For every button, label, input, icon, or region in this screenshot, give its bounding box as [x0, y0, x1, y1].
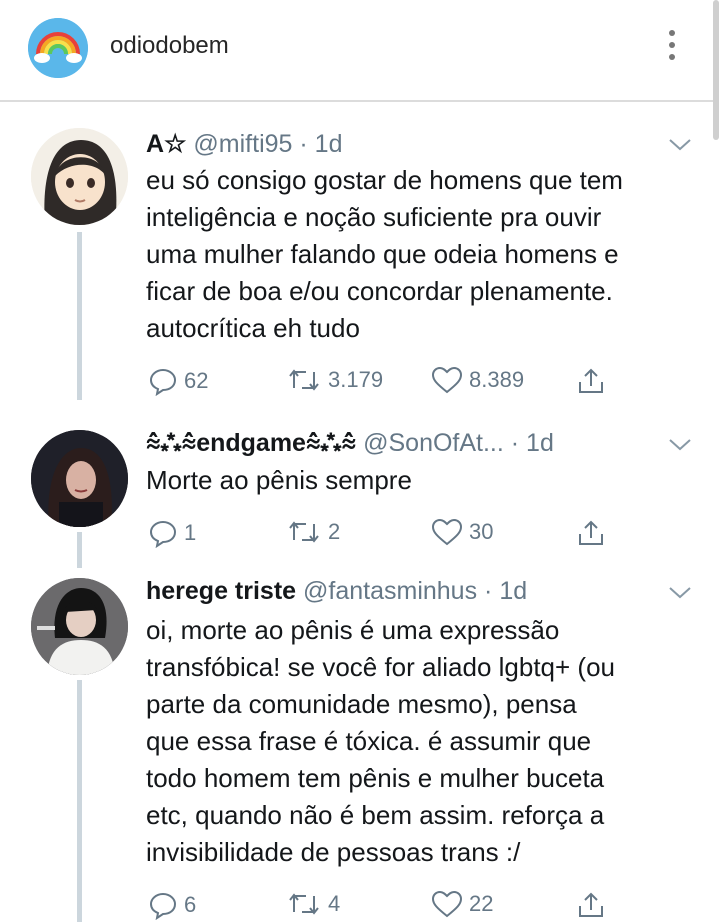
reply-icon: [149, 368, 177, 396]
tweet-line: Morte ao pênis sempre: [146, 465, 412, 495]
tweet-text: eu só consigo gostar de homens que tem i…: [146, 162, 706, 347]
tweet-line: que essa frase é tóxica. é assumir que: [146, 726, 592, 756]
reply-count: 62: [184, 368, 209, 393]
scrollbar[interactable]: [713, 0, 719, 140]
tweet-line: autocrítica eh tudo: [146, 313, 360, 343]
reply-count: 6: [184, 892, 197, 917]
retweet-button[interactable]: 4: [286, 890, 340, 918]
dark-portrait-avatar-icon: [31, 430, 128, 527]
anime-girl-avatar-icon: [31, 128, 128, 225]
tweet-header: A☆ @mifti95 · 1d: [146, 129, 342, 159]
reply-icon: [149, 892, 177, 920]
tweet-line: parte da comunidade mesmo), pensa: [146, 689, 577, 719]
user-handle[interactable]: @SonOfAt...: [363, 429, 504, 457]
tweet-text: Morte ao pênis sempre: [146, 462, 706, 499]
share-button[interactable]: [576, 366, 606, 396]
thread-line: [77, 232, 82, 400]
woman-with-bob-haircut-avatar-icon: [31, 578, 128, 675]
reply-button[interactable]: 6: [148, 890, 196, 920]
tweet-actions: 1 2 30: [146, 518, 626, 552]
like-count: 30: [469, 519, 494, 544]
tweet-line: etc, quando não é bem assim. reforça a: [146, 800, 605, 830]
share-icon: [579, 520, 603, 545]
profile-username[interactable]: odiodobem: [110, 32, 229, 60]
tweet-header: herege triste @fantasminhus · 1d: [146, 577, 527, 606]
tweet-line: uma mulher falando que odeia homens e: [146, 239, 619, 269]
display-name[interactable]: ⩯⁂⩯endgame⩯⁂⩯: [146, 429, 356, 457]
reply-count: 1: [184, 520, 197, 545]
post-header: odiodobem: [0, 0, 719, 100]
tweet-actions: 6 4 22: [146, 890, 626, 924]
tweet-line: oi, morte ao pênis é uma expressão: [146, 615, 560, 645]
tweet-line: ficar de boa e/ou concordar plenamente.: [146, 276, 613, 306]
tweet-actions: 62 3.179 8.389: [146, 366, 626, 400]
display-name[interactable]: herege triste: [146, 577, 296, 605]
tweet-header: ⩯⁂⩯endgame⩯⁂⩯ @SonOfAt... · 1d: [146, 429, 554, 458]
chevron-down-icon[interactable]: [668, 436, 692, 457]
heart-icon: [431, 890, 463, 918]
header-divider: [0, 100, 719, 102]
more-vertical-icon[interactable]: [666, 30, 678, 68]
tweet-line: inteligência e noção suficiente pra ouvi…: [146, 202, 602, 232]
chevron-down-icon[interactable]: [668, 136, 692, 157]
rainbow-icon: [28, 18, 88, 78]
share-button[interactable]: [576, 518, 606, 548]
retweet-button[interactable]: 2: [286, 518, 340, 546]
reply-button[interactable]: 62: [148, 366, 208, 396]
retweet-count: 3.179: [328, 367, 384, 392]
tweet-line: transfóbica! se você for aliado lgbtq+ (…: [146, 652, 616, 682]
timestamp[interactable]: · 1d: [299, 130, 342, 158]
tweet-text: oi, morte ao pênis é uma expressão trans…: [146, 612, 706, 871]
retweet-count: 4: [328, 891, 341, 916]
thread-line: [77, 680, 82, 922]
share-button[interactable]: [576, 890, 606, 920]
like-button[interactable]: 30: [431, 518, 493, 546]
retweet-icon: [289, 369, 319, 391]
user-handle[interactable]: @mifti95: [193, 130, 292, 158]
reply-button[interactable]: 1: [148, 518, 196, 548]
user-handle[interactable]: @fantasminhus: [303, 577, 477, 605]
avatar[interactable]: [31, 128, 128, 225]
tweet-line: eu só consigo gostar de homens que tem: [146, 165, 623, 195]
share-icon: [579, 368, 603, 393]
like-count: 8.389: [469, 367, 525, 392]
like-button[interactable]: 8.389: [431, 366, 524, 394]
timestamp[interactable]: · 1d: [484, 577, 527, 605]
retweet-button[interactable]: 3.179: [286, 366, 383, 394]
timestamp[interactable]: · 1d: [511, 429, 554, 457]
like-button[interactable]: 22: [431, 890, 493, 918]
profile-avatar[interactable]: [28, 18, 88, 78]
retweet-count: 2: [328, 519, 341, 544]
like-count: 22: [469, 891, 494, 916]
avatar[interactable]: [31, 430, 128, 527]
tweet-line: todo homem tem pênis e mulher buceta: [146, 763, 605, 793]
heart-icon: [431, 366, 463, 394]
retweet-icon: [289, 521, 319, 543]
reply-icon: [149, 520, 177, 548]
chevron-down-icon[interactable]: [668, 584, 692, 605]
tweet-line: invisibilidade de pessoas trans :/: [146, 837, 521, 867]
share-icon: [579, 892, 603, 917]
thread-line: [77, 532, 82, 568]
heart-icon: [431, 518, 463, 546]
display-name[interactable]: A☆: [146, 130, 186, 158]
avatar[interactable]: [31, 578, 128, 675]
retweet-icon: [289, 893, 319, 915]
